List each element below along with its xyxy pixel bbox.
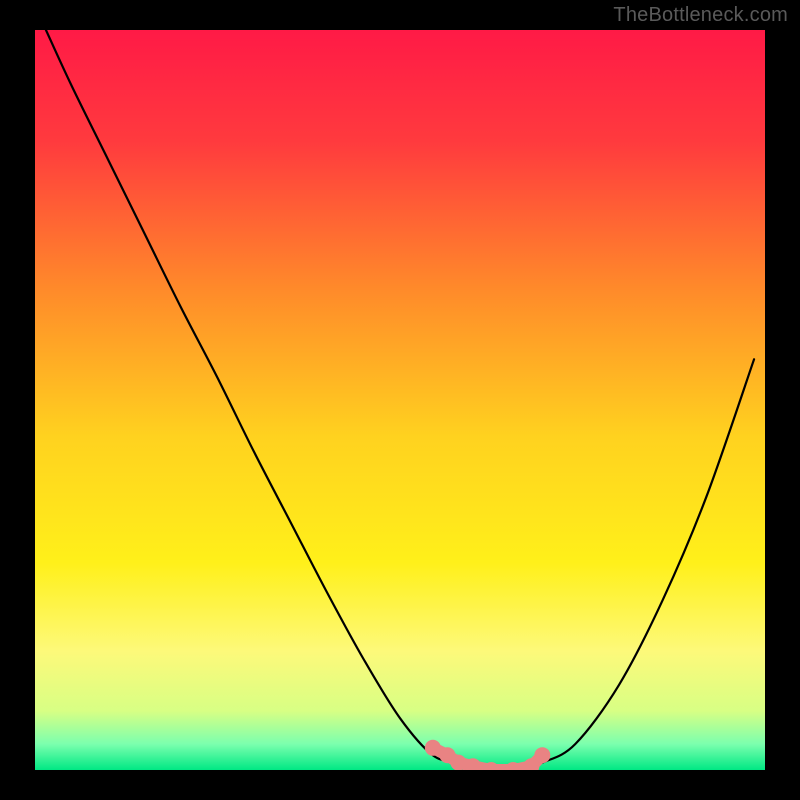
marker-group bbox=[425, 740, 550, 770]
chart-overlay bbox=[35, 30, 765, 770]
marker-dot bbox=[450, 755, 466, 770]
marker-dot bbox=[425, 740, 441, 756]
chart-frame: TheBottleneck.com bbox=[0, 0, 800, 800]
marker-dot bbox=[534, 747, 550, 763]
plot-area bbox=[35, 30, 765, 770]
watermark-text: TheBottleneck.com bbox=[613, 4, 788, 27]
bottleneck-curve bbox=[46, 30, 754, 770]
